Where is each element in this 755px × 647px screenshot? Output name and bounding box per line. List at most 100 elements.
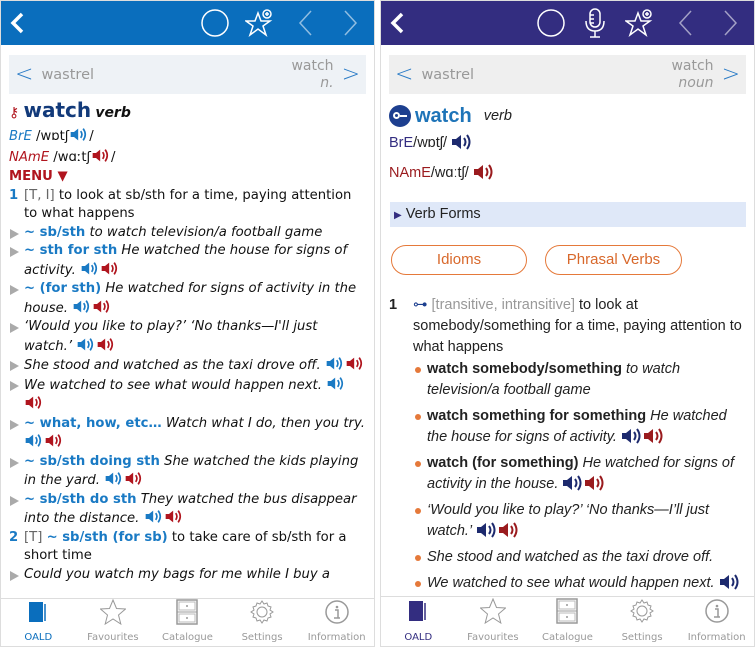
speaker-icon-bre[interactable] xyxy=(325,356,345,371)
menu-button[interactable]: MENU ▼ xyxy=(9,168,366,187)
speaker-icon-name[interactable] xyxy=(584,474,606,492)
oald-tab[interactable]: OALD xyxy=(381,597,456,646)
speaker-icon-bre[interactable] xyxy=(562,474,584,492)
circle-icon[interactable] xyxy=(536,8,566,38)
next-entry-link[interactable]: watch n. xyxy=(291,58,333,92)
speaker-icon-bre[interactable] xyxy=(451,133,473,151)
circle-icon[interactable] xyxy=(200,8,230,38)
add-favourite-star-icon[interactable] xyxy=(625,8,655,38)
speaker-icon-name[interactable] xyxy=(92,299,112,314)
speaker-icon-bre[interactable] xyxy=(76,337,96,352)
information-tab[interactable]: Information xyxy=(299,599,374,646)
entry-navigation-bar: < wastrel watch noun > xyxy=(389,55,746,94)
speaker-icon-name[interactable] xyxy=(643,427,665,445)
speaker-icon-bre[interactable] xyxy=(719,573,741,591)
chevron-left-icon[interactable]: < xyxy=(395,62,413,87)
grammar-label: [T] xyxy=(24,529,43,545)
example-item: ~ what, how, etc… Watch what I do, then … xyxy=(9,415,366,453)
example-item: She stood and watched as the taxi drove … xyxy=(9,356,366,376)
back-button[interactable] xyxy=(383,8,413,38)
speaker-icon-name[interactable] xyxy=(91,148,111,163)
verb-forms-label: Verb Forms xyxy=(405,206,481,222)
next-entry-button[interactable] xyxy=(335,8,365,38)
speaker-icon-name[interactable] xyxy=(498,521,520,539)
microphone-icon[interactable] xyxy=(580,8,610,38)
example-item: watch (for something) He watched for sig… xyxy=(413,453,746,495)
slash: / xyxy=(89,129,94,144)
headword: watch xyxy=(23,98,92,122)
slash: / xyxy=(110,150,116,165)
back-button[interactable] xyxy=(3,8,33,38)
example-item: ~ sb/sth do sth They watched the bus dis… xyxy=(9,491,366,529)
tab-label: OALD xyxy=(24,632,53,643)
previous-entry-link[interactable]: wastrel xyxy=(41,67,291,83)
star-icon xyxy=(479,597,507,632)
speaker-icon-name[interactable] xyxy=(44,433,64,448)
favourites-tab[interactable]: Favourites xyxy=(76,598,151,646)
name-pronunciation: /wɑːtʃ xyxy=(53,150,91,165)
oxford-3000-key-icon: ⊶ xyxy=(413,297,428,313)
settings-tab[interactable]: Settings xyxy=(605,597,680,646)
next-pos: n. xyxy=(320,74,334,91)
pattern: ~ (for sth) xyxy=(24,281,102,296)
speaker-icon-name[interactable] xyxy=(124,471,144,486)
example-item: watch somebody/something to watch televi… xyxy=(413,359,746,401)
speaker-icon-bre[interactable] xyxy=(326,376,346,391)
speaker-icon-name[interactable] xyxy=(24,395,44,410)
bottom-tab-bar: OALD Favourites Catalogue Settings Informati… xyxy=(381,596,754,646)
key-icon: ⚷ xyxy=(9,105,20,121)
previous-entry-button[interactable] xyxy=(671,8,701,38)
headword: watch xyxy=(415,104,472,127)
drawer-cabinet-icon xyxy=(174,599,200,632)
tab-label: Catalogue xyxy=(162,632,213,643)
speaker-icon-bre[interactable] xyxy=(80,261,100,276)
example-text: We watched to see what would happen next… xyxy=(427,575,715,591)
favourites-tab[interactable]: Favourites xyxy=(456,597,531,646)
next-entry-button[interactable] xyxy=(715,8,745,38)
catalogue-tab[interactable]: Catalogue xyxy=(150,599,225,646)
speaker-icon-name[interactable] xyxy=(96,337,116,352)
speaker-icon-bre[interactable] xyxy=(72,299,92,314)
speaker-icon-name[interactable] xyxy=(345,356,365,371)
catalogue-tab[interactable]: Catalogue xyxy=(530,597,605,646)
speaker-icon-name[interactable] xyxy=(100,261,120,276)
oald-tab[interactable]: OALD xyxy=(1,599,76,646)
previous-entry-button[interactable] xyxy=(291,8,321,38)
top-toolbar xyxy=(1,1,374,45)
chevron-right-icon[interactable]: > xyxy=(342,62,360,87)
chevron-right-icon[interactable]: > xyxy=(722,62,740,87)
next-word: watch xyxy=(671,57,714,74)
speaker-icon-bre[interactable] xyxy=(476,521,498,539)
entry-content: ⚷ watch verb BrE /wɒtʃ / NAmE /wɑːtʃ / MEN… xyxy=(9,98,366,598)
speaker-icon-name[interactable] xyxy=(164,509,184,524)
bre-pronunciation: /wɒtʃ xyxy=(36,129,70,144)
information-tab[interactable]: Information xyxy=(679,597,754,646)
speaker-icon-bre[interactable] xyxy=(24,433,44,448)
previous-entry-link[interactable]: wastrel xyxy=(421,67,671,83)
chevron-left-icon[interactable]: < xyxy=(15,62,33,87)
sense-number: 1 xyxy=(389,297,398,313)
entry-content: watch verb BrE/wɒtʃ/ NAmE/wɑːtʃ/ ▶ Verb F… xyxy=(389,101,746,596)
add-favourite-star-icon[interactable] xyxy=(245,8,275,38)
next-pos: noun xyxy=(678,74,714,91)
bottom-tab-bar: OALD Favourites Catalogue Settings Informati… xyxy=(1,598,374,646)
example-text: She stood and watched as the taxi drove … xyxy=(24,358,321,373)
example-item: We watched to see what would happen next… xyxy=(413,573,746,594)
phrasal-verbs-button[interactable]: Phrasal Verbs xyxy=(545,245,682,275)
speaker-icon-name[interactable] xyxy=(473,163,495,181)
example-text: She stood and watched as the taxi drove … xyxy=(427,549,714,565)
bre-label: BrE xyxy=(389,135,414,151)
speaker-icon-bre[interactable] xyxy=(144,509,164,524)
verb-forms-toggle[interactable]: ▶ Verb Forms xyxy=(390,202,746,227)
pattern: watch somebody/something xyxy=(427,361,622,377)
settings-tab[interactable]: Settings xyxy=(225,599,300,646)
speaker-icon-bre[interactable] xyxy=(621,427,643,445)
sense-1: 1 ⊶ [transitive, intransitive] to look at… xyxy=(389,295,746,594)
next-entry-link[interactable]: watch noun xyxy=(671,58,713,92)
example-item: ~ sb/sth doing sth She watched the kids … xyxy=(9,453,366,491)
speaker-icon-bre[interactable] xyxy=(69,127,89,142)
info-icon xyxy=(324,599,350,632)
sense-number: 1 xyxy=(9,187,19,203)
speaker-icon-bre[interactable] xyxy=(104,471,124,486)
idioms-button[interactable]: Idioms xyxy=(391,245,527,275)
